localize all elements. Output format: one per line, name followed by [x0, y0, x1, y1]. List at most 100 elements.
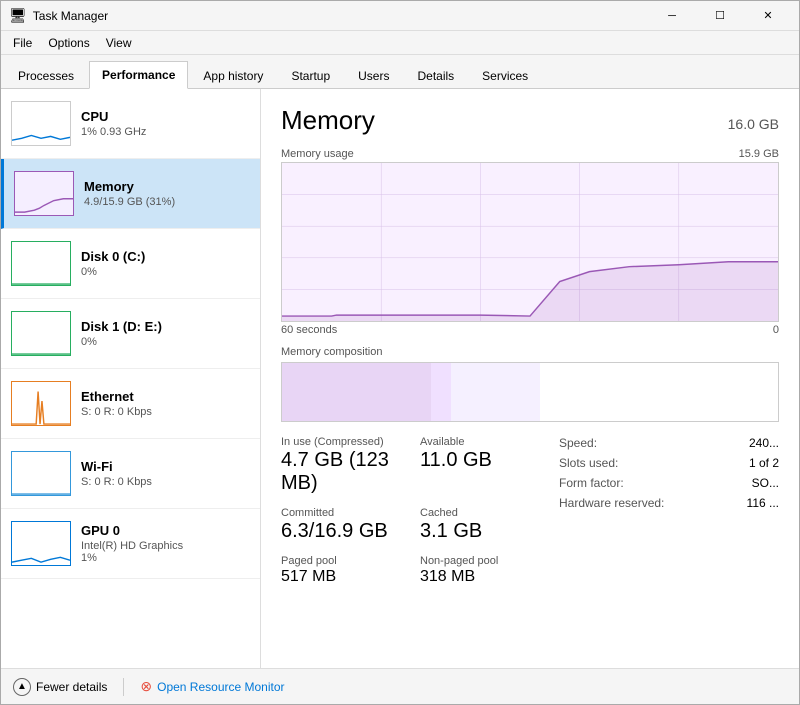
disk1-stat: 0% [81, 336, 250, 348]
sidebar-item-gpu[interactable]: GPU 0 Intel(R) HD Graphics1% [1, 509, 260, 579]
tab-services[interactable]: Services [469, 62, 541, 89]
gpu-info: GPU 0 Intel(R) HD Graphics1% [81, 523, 250, 564]
stat-committed-label: Committed [281, 507, 400, 519]
fewer-details-label: Fewer details [36, 680, 107, 694]
window-title: Task Manager [33, 9, 108, 23]
right-stats: Speed: 240... Slots used: 1 of 2 Form fa… [559, 436, 779, 596]
stat-cached-value: 3.1 GB [420, 520, 539, 543]
tab-details[interactable]: Details [404, 62, 467, 89]
stat-nonpaged: Non-paged pool 318 MB [420, 555, 539, 586]
ethernet-name: Ethernet [81, 389, 250, 404]
sidebar-item-wifi[interactable]: Wi-Fi S: 0 R: 0 Kbps [1, 439, 260, 509]
composition-section: Memory composition [281, 346, 779, 422]
right-stat-hwreserved-label: Hardware reserved: [559, 496, 664, 510]
minimize-button[interactable]: ─ [649, 5, 695, 27]
detail-title: Memory [281, 105, 375, 136]
chart-max-label: 15.9 GB [739, 148, 779, 160]
tab-startup[interactable]: Startup [278, 62, 343, 89]
wifi-stat: S: 0 R: 0 Kbps [81, 476, 250, 488]
memory-name: Memory [84, 179, 250, 194]
ethernet-info: Ethernet S: 0 R: 0 Kbps [81, 389, 250, 418]
stat-available: Available 11.0 GB [420, 436, 539, 495]
bottom-divider [123, 678, 124, 696]
titlebar-left: 🖥 Task Manager [9, 7, 108, 24]
left-stats: In use (Compressed) 4.7 GB (123 MB) Avai… [281, 436, 539, 596]
app-icon: 🖥 [9, 7, 27, 24]
tab-processes[interactable]: Processes [5, 62, 87, 89]
task-manager-window: 🖥 Task Manager ─ ☐ ✕ File Options View P… [0, 0, 800, 705]
stat-available-label: Available [420, 436, 539, 448]
right-stat-form-label: Form factor: [559, 476, 624, 490]
sidebar-item-ethernet[interactable]: Ethernet S: 0 R: 0 Kbps [1, 369, 260, 439]
right-stat-slots: Slots used: 1 of 2 [559, 456, 779, 470]
close-button[interactable]: ✕ [745, 5, 791, 27]
titlebar: 🖥 Task Manager ─ ☐ ✕ [1, 1, 799, 31]
comp-modified [431, 363, 451, 421]
main-content: CPU 1% 0.93 GHz Memory 4.9/15.9 GB (31%) [1, 89, 799, 668]
detail-total: 16.0 GB [728, 116, 779, 132]
right-stat-speed-value: 240... [749, 436, 779, 450]
stat-committed: Committed 6.3/16.9 GB [281, 507, 400, 543]
maximize-button[interactable]: ☐ [697, 5, 743, 27]
composition-bar [281, 362, 779, 422]
menu-view[interactable]: View [98, 33, 140, 52]
stats-container: In use (Compressed) 4.7 GB (123 MB) Avai… [281, 436, 779, 596]
tab-performance[interactable]: Performance [89, 61, 188, 89]
detail-panel: Memory 16.0 GB Memory usage 15.9 GB [261, 89, 799, 668]
right-stat-speed: Speed: 240... [559, 436, 779, 450]
memory-info: Memory 4.9/15.9 GB (31%) [84, 179, 250, 208]
titlebar-controls: ─ ☐ ✕ [649, 5, 791, 27]
sidebar-item-memory[interactable]: Memory 4.9/15.9 GB (31%) [1, 159, 260, 229]
detail-header: Memory 16.0 GB [281, 105, 779, 136]
gpu-name: GPU 0 [81, 523, 250, 538]
chart-label: Memory usage [281, 148, 354, 160]
cpu-thumbnail [11, 101, 71, 146]
stat-cached: Cached 3.1 GB [420, 507, 539, 543]
right-stat-slots-value: 1 of 2 [749, 456, 779, 470]
fewer-details-button[interactable]: ▲ Fewer details [13, 678, 107, 696]
right-stat-slots-label: Slots used: [559, 456, 618, 470]
sidebar-item-disk1[interactable]: Disk 1 (D: E:) 0% [1, 299, 260, 369]
menu-file[interactable]: File [5, 33, 40, 52]
disk0-stat: 0% [81, 266, 250, 278]
stat-nonpaged-value: 318 MB [420, 568, 539, 586]
right-stat-form: Form factor: SO... [559, 476, 779, 490]
gpu-stat: Intel(R) HD Graphics1% [81, 540, 250, 564]
memory-chart-container [281, 162, 779, 322]
cpu-info: CPU 1% 0.93 GHz [81, 109, 250, 138]
tab-apphistory[interactable]: App history [190, 62, 276, 89]
comp-inuse [282, 363, 431, 421]
menubar: File Options View [1, 31, 799, 55]
disk1-info: Disk 1 (D: E:) 0% [81, 319, 250, 348]
stat-available-value: 11.0 GB [420, 449, 539, 472]
right-stat-form-value: SO... [752, 476, 779, 490]
stat-paged-label: Paged pool [281, 555, 400, 567]
tabbar: Processes Performance App history Startu… [1, 55, 799, 89]
sidebar: CPU 1% 0.93 GHz Memory 4.9/15.9 GB (31%) [1, 89, 261, 668]
stat-committed-value: 6.3/16.9 GB [281, 520, 400, 543]
ethernet-stat: S: 0 R: 0 Kbps [81, 406, 250, 418]
right-stat-hwreserved: Hardware reserved: 116 ... [559, 496, 779, 510]
sidebar-scroll[interactable]: CPU 1% 0.93 GHz Memory 4.9/15.9 GB (31%) [1, 89, 260, 668]
chart-time-end: 0 [773, 324, 779, 336]
chart-label-row: Memory usage 15.9 GB [281, 148, 779, 160]
stat-paged: Paged pool 517 MB [281, 555, 400, 586]
wifi-info: Wi-Fi S: 0 R: 0 Kbps [81, 459, 250, 488]
right-stat-hwreserved-value: 116 ... [747, 496, 779, 510]
menu-options[interactable]: Options [40, 33, 97, 52]
disk1-thumbnail [11, 311, 71, 356]
wifi-name: Wi-Fi [81, 459, 250, 474]
sidebar-item-disk0[interactable]: Disk 0 (C:) 0% [1, 229, 260, 299]
open-monitor-button[interactable]: ⊗ Open Resource Monitor [140, 678, 284, 695]
gpu-thumbnail [11, 521, 71, 566]
sidebar-item-cpu[interactable]: CPU 1% 0.93 GHz [1, 89, 260, 159]
cpu-stat: 1% 0.93 GHz [81, 126, 250, 138]
tab-users[interactable]: Users [345, 62, 402, 89]
chart-time-start: 60 seconds [281, 324, 337, 336]
ethernet-thumbnail [11, 381, 71, 426]
memory-chart-section: Memory usage 15.9 GB [281, 148, 779, 336]
stat-inuse-label: In use (Compressed) [281, 436, 400, 448]
stats-grid: In use (Compressed) 4.7 GB (123 MB) Avai… [281, 436, 539, 586]
memory-stat: 4.9/15.9 GB (31%) [84, 196, 250, 208]
comp-standby [451, 363, 540, 421]
